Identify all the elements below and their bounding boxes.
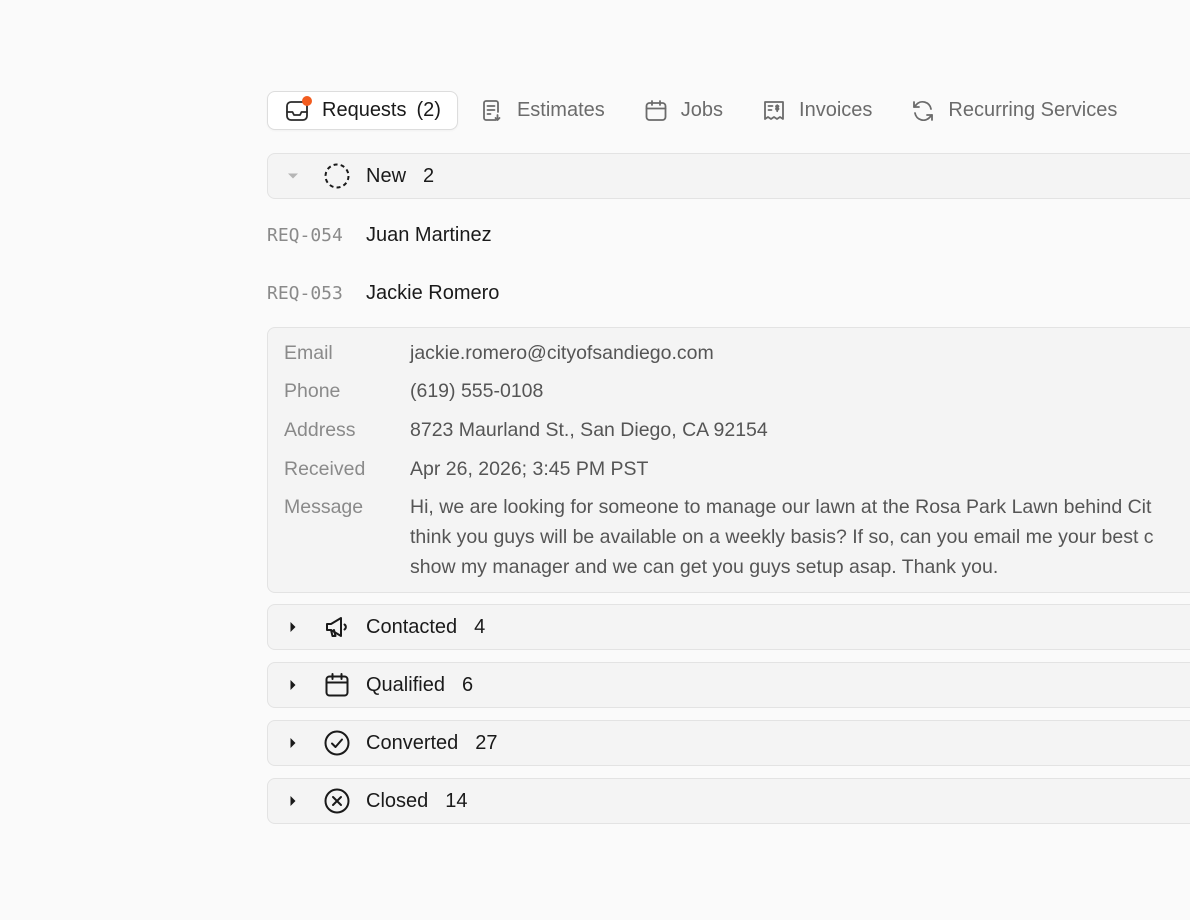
group-count: 2 [423,164,435,187]
caret-right-icon [285,793,301,809]
tab-label: Estimates [516,99,605,121]
email-value[interactable]: jackie.romero@cityofsandiego.com [410,338,714,368]
group-label: Closed [366,789,429,812]
refresh-icon [910,98,936,124]
phone-field: Phone (619) 555-0108 [284,376,1190,406]
caret-right-icon [285,735,301,751]
request-name: Jackie Romero [366,281,500,304]
message-line: think you guys will be available on a we… [410,526,1154,548]
calendar-icon [323,671,351,699]
group-label: Converted [366,731,459,754]
caret-right-icon [285,619,301,635]
field-label: Address [284,419,356,441]
group-new[interactable]: New 2 [267,153,1190,199]
field-label: Received [284,458,366,480]
tab-jobs[interactable]: Jobs [626,91,740,130]
group-count: 6 [461,673,474,696]
tab-label: Recurring Services [948,99,1118,121]
tab-invoices[interactable]: Invoices [744,91,889,130]
group-label: Qualified [366,673,445,696]
tab-recurring-services[interactable]: Recurring Services [893,91,1134,130]
calendar-icon [643,98,669,124]
request-id: REQ-054 [267,224,343,246]
tab-bar: Requests (2) Estimates Jobs Invoices Rec… [267,90,1138,131]
caret-right-icon [285,677,301,693]
group-count: 14 [445,789,468,812]
address-field: Address 8723 Maurland St., San Diego, CA… [284,415,1190,445]
caret-down-icon [285,168,301,184]
x-circle-icon [323,787,351,815]
group-label: Contacted [366,615,458,638]
phone-value[interactable]: (619) 555-0108 [410,376,543,406]
tab-label: Invoices [799,99,873,121]
group-contacted[interactable]: Contacted 4 [267,604,1190,650]
tab-estimates[interactable]: Estimates [462,91,622,130]
tab-label: Jobs [680,99,724,121]
request-row[interactable]: REQ-053 Jackie Romero [267,278,499,308]
request-id: REQ-053 [267,282,343,304]
estimate-document-icon [479,98,505,124]
group-closed[interactable]: Closed 14 [267,778,1190,824]
received-field: Received Apr 26, 2026; 3:45 PM PST [284,454,1190,484]
tab-count: (2) [416,99,441,121]
dashed-circle-icon [323,162,351,190]
request-name: Juan Martinez [366,223,492,246]
request-detail-panel: Email jackie.romero@cityofsandiego.com P… [267,327,1190,593]
group-qualified[interactable]: Qualified 6 [267,662,1190,708]
tab-requests[interactable]: Requests (2) [267,91,458,130]
received-value: Apr 26, 2026; 3:45 PM PST [410,458,649,480]
group-count: 27 [475,731,498,754]
field-label: Phone [284,380,341,402]
address-value: 8723 Maurland St., San Diego, CA 92154 [410,419,768,441]
request-row[interactable]: REQ-054 Juan Martinez [267,220,492,250]
group-converted[interactable]: Converted 27 [267,720,1190,766]
email-field: Email jackie.romero@cityofsandiego.com [284,338,1190,368]
field-label: Email [284,342,333,364]
invoice-icon [761,98,787,124]
message-field: Message Hi, we are looking for someone t… [284,492,1190,582]
requests-page: Requests (2) Estimates Jobs Invoices Rec… [0,0,1190,920]
tab-label: Requests [322,99,407,121]
check-circle-icon [323,729,351,757]
group-count: 4 [474,615,486,638]
message-line: Hi, we are looking for someone to manage… [410,496,1152,518]
message-line: show my manager and we can get you guys … [410,556,999,578]
inbox-icon [284,95,312,124]
message-value: Hi, we are looking for someone to manage… [410,492,1190,582]
group-label: New [366,164,407,187]
megaphone-icon [323,613,351,641]
notification-dot [302,95,312,106]
field-label: Message [284,496,364,518]
